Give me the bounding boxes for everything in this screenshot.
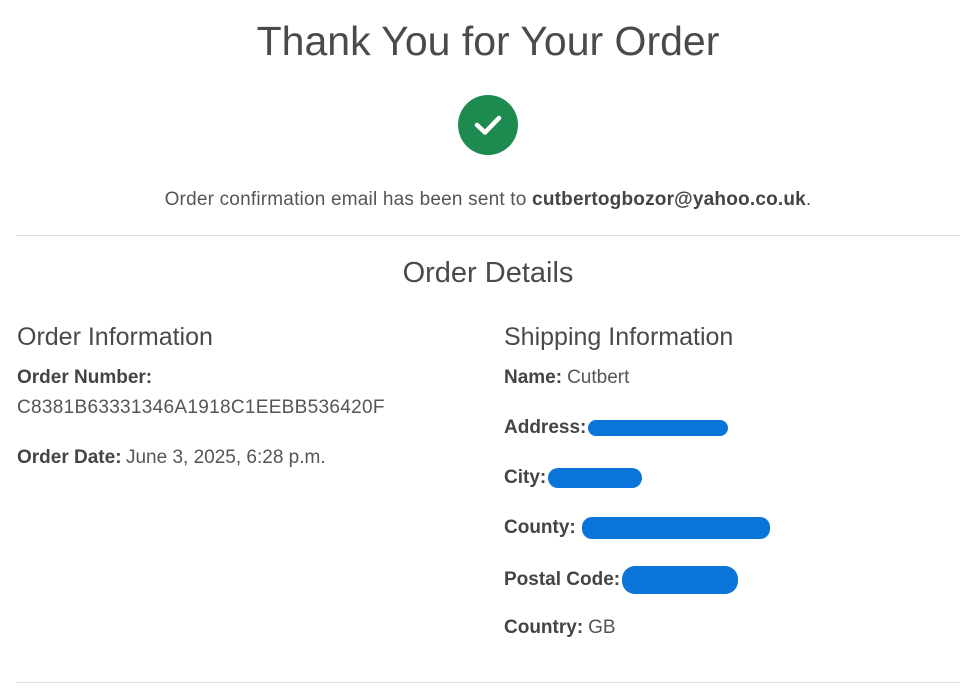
redacted-city: [548, 468, 643, 488]
shipping-city-row: City:: [504, 466, 643, 490]
shipping-information-section: Shipping Information Name: Cutbert Addre…: [504, 320, 964, 638]
confirmation-suffix: .: [805, 189, 812, 210]
redacted-address: [588, 420, 729, 436]
redacted-county: [581, 517, 770, 539]
success-check-icon: [458, 95, 518, 155]
confirmation-email: cutbertogbozor@yahoo.co.uk: [532, 189, 806, 210]
confirmation-message: Order confirmation email has been sent t…: [0, 187, 973, 213]
order-number-value: C8381B63331346A1918C1EEBB536420F: [17, 397, 385, 418]
page-title: Thank You for Your Order: [256, 18, 720, 64]
redacted-postal-code: [622, 566, 739, 594]
shipping-address-row: Address:: [504, 416, 729, 440]
shipping-postal-code-row: Postal Code:: [504, 566, 739, 594]
confirmation-prefix: Order confirmation email has been sent t…: [164, 189, 533, 210]
order-information-heading: Order Information: [17, 323, 213, 351]
shipping-county-row: County:: [504, 516, 770, 540]
shipping-country-value: GB: [588, 617, 616, 638]
shipping-information-heading: Shipping Information: [504, 323, 734, 351]
top-divider: [16, 235, 960, 236]
order-date-row: Order Date: June 3, 2025, 6:28 p.m.: [17, 446, 326, 471]
order-details-title: Order Details: [402, 257, 574, 289]
shipping-country-row: Country: GB: [504, 616, 616, 640]
shipping-country-label: Country:: [504, 617, 584, 638]
shipping-address-label: Address:: [504, 417, 587, 438]
order-number-label: Order Number:: [17, 367, 153, 388]
order-information-section: Order Information Order Number: C8381B63…: [17, 320, 477, 468]
shipping-postal-code-label: Postal Code:: [504, 569, 621, 590]
shipping-name-label: Name:: [504, 367, 563, 388]
shipping-county-label: County:: [504, 517, 576, 538]
order-date-value: June 3, 2025, 6:28 p.m.: [125, 447, 326, 468]
shipping-name-value: Cutbert: [567, 367, 630, 388]
shipping-city-label: City:: [504, 467, 547, 488]
shipping-name-row: Name: Cutbert: [504, 366, 629, 390]
bottom-divider: [16, 682, 960, 683]
order-date-label: Order Date:: [17, 447, 122, 468]
